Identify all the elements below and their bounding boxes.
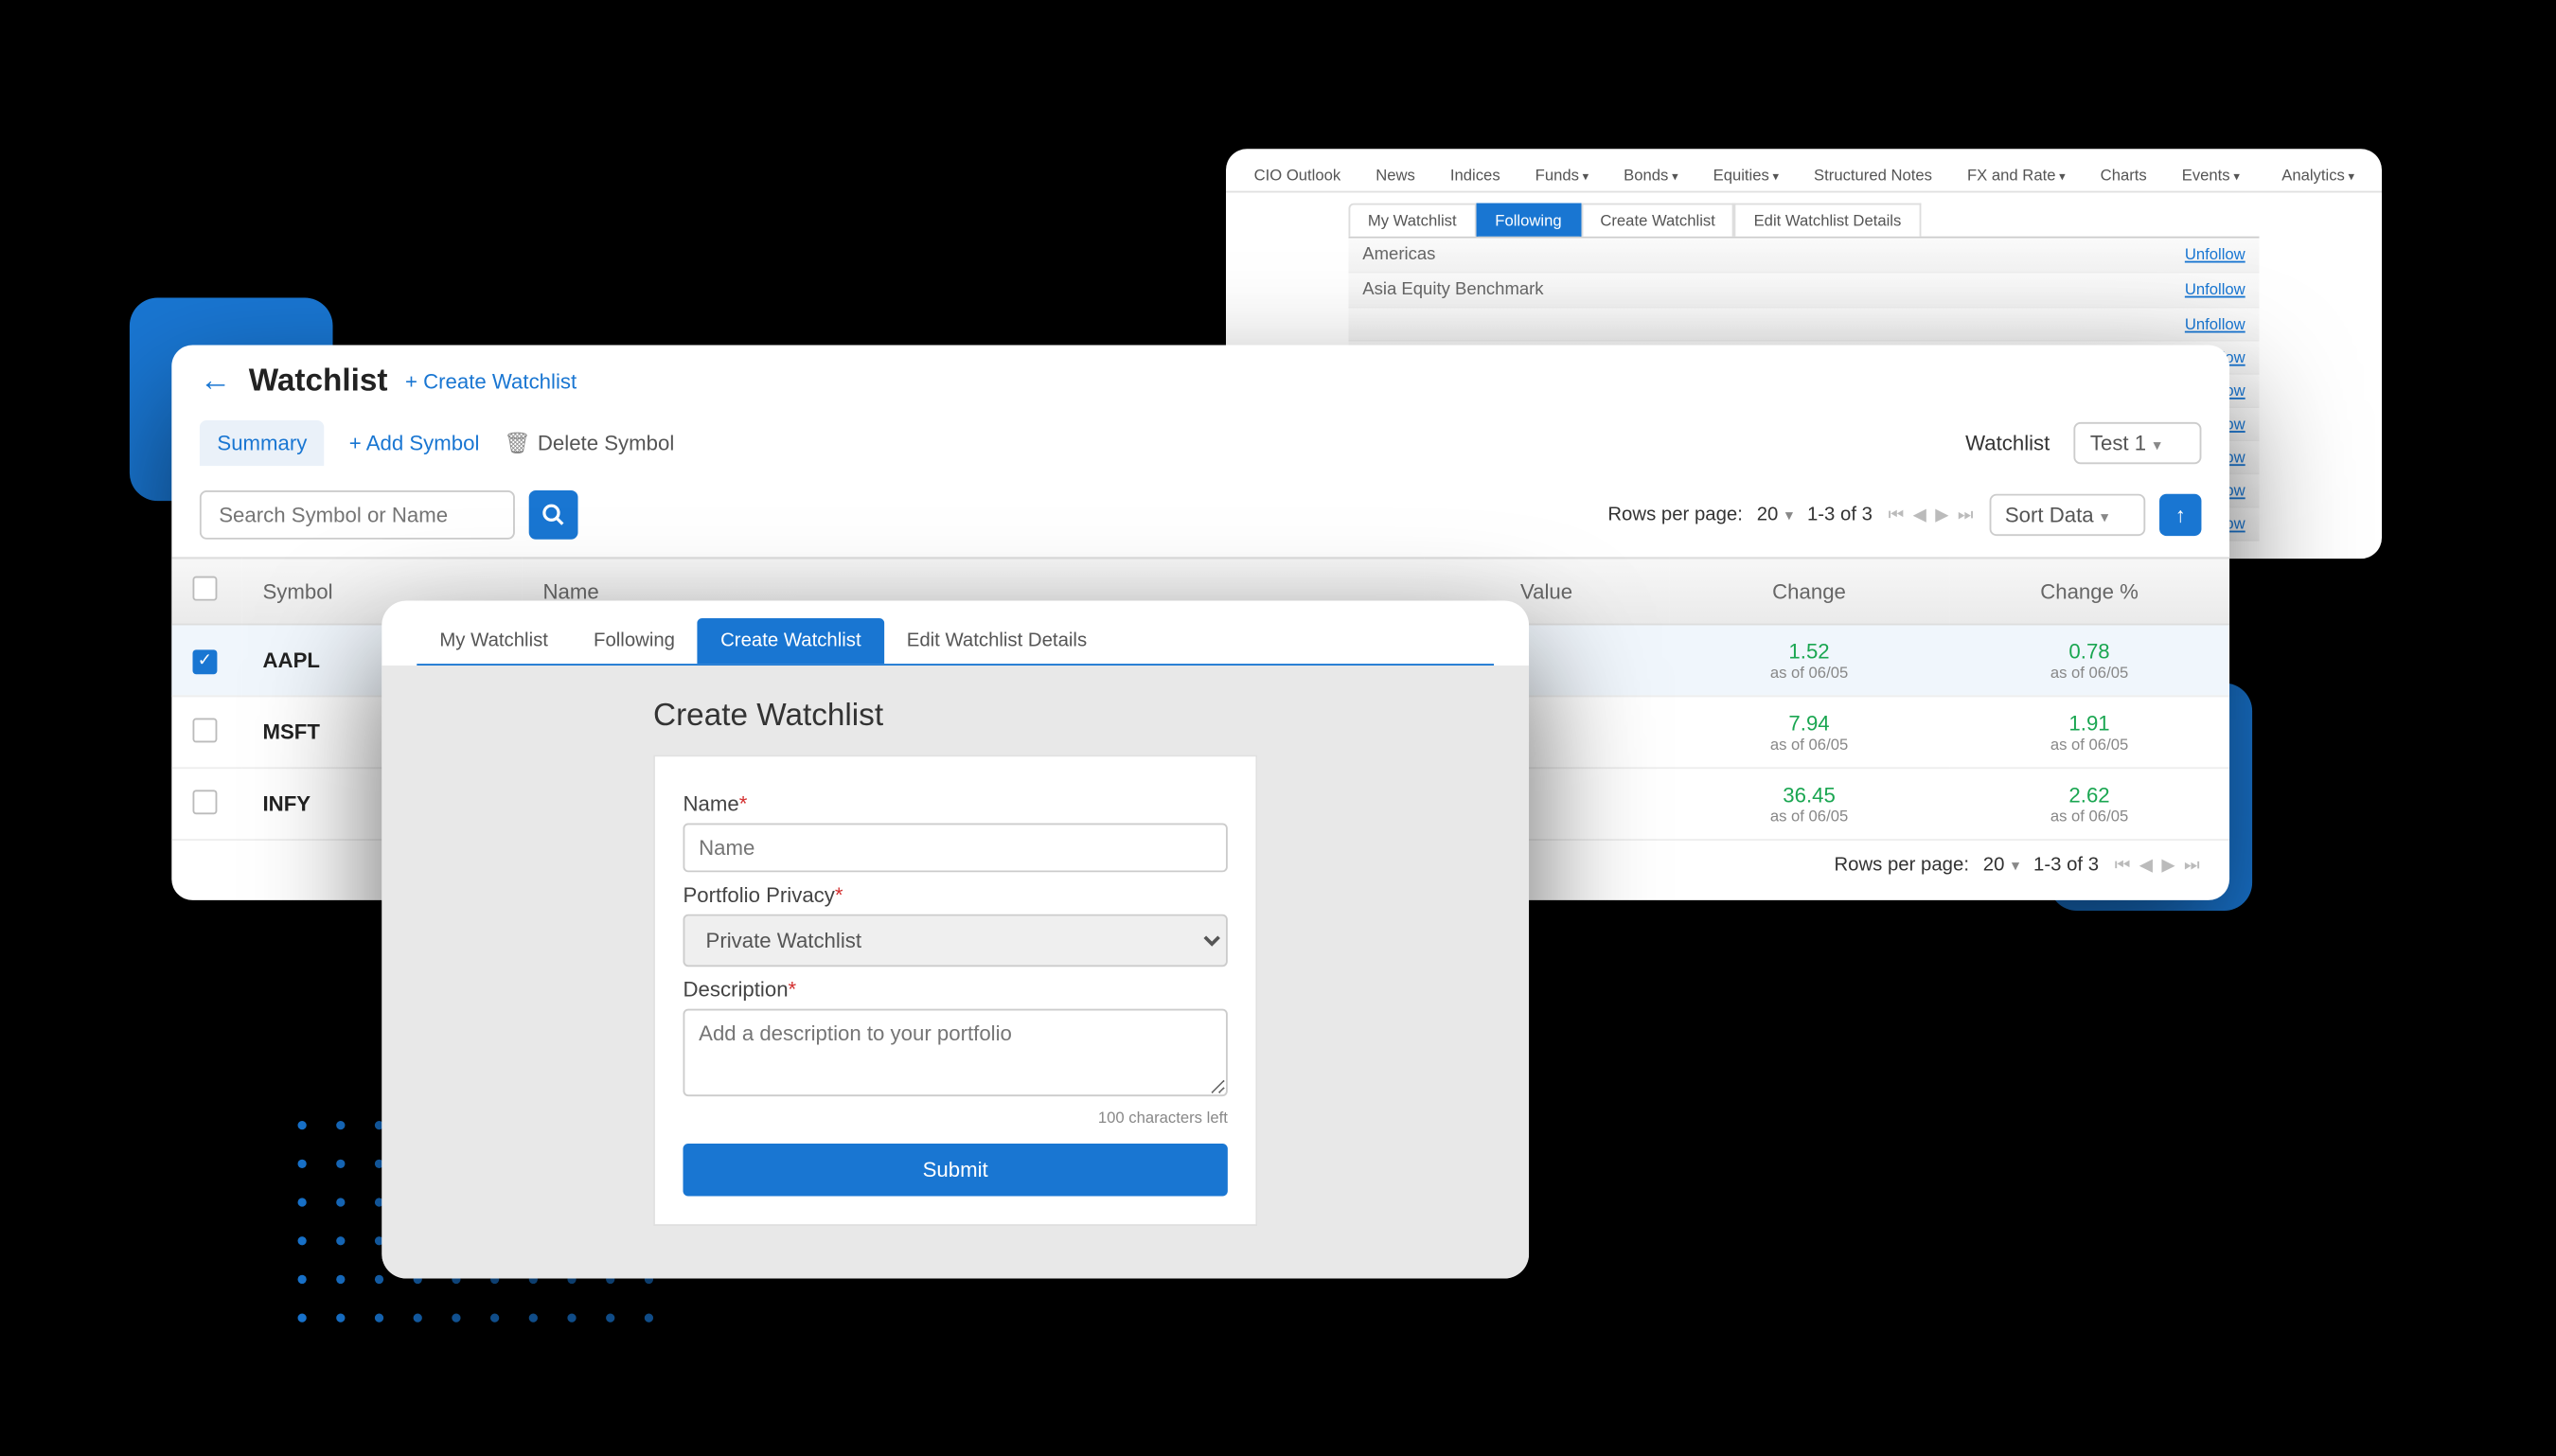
create-watchlist-panel: My WatchlistFollowingCreate WatchlistEdi… — [382, 601, 1529, 1279]
nav-item-news[interactable]: News — [1361, 159, 1429, 190]
watchlist-selector-label: Watchlist — [1965, 431, 2050, 455]
rows-per-page-select[interactable]: 20 — [1757, 505, 1793, 525]
unfollow-link[interactable]: Unfollow — [2185, 315, 2245, 333]
rows-per-page-label-bottom: Rows per page: — [1834, 855, 1969, 876]
pager-first-icon[interactable]: ⏮ — [1889, 506, 1905, 525]
description-textarea[interactable] — [683, 1009, 1228, 1097]
nav-item-equities[interactable]: Equities▾ — [1699, 159, 1793, 190]
nav-item-indices[interactable]: Indices — [1436, 159, 1514, 190]
pager: ⏮ ◀ ▶ ⏭ — [1887, 505, 1976, 525]
change-cell: 7.94as of 06/05 — [1669, 696, 1949, 768]
changepct-cell: 0.78as of 06/05 — [1949, 625, 2229, 697]
create-panel-tabs: My WatchlistFollowingCreate WatchlistEdi… — [382, 601, 1529, 665]
create-form-heading: Create Watchlist — [382, 697, 1529, 755]
nav-item-events[interactable]: Events▾ — [2168, 159, 2254, 190]
col-change-: Change % — [1949, 558, 2229, 624]
pager-prev-icon[interactable]: ◀ — [2139, 857, 2153, 876]
nav-item-cio-outlook[interactable]: CIO Outlook — [1240, 159, 1355, 190]
header-checkbox[interactable] — [193, 577, 218, 601]
row-checkbox[interactable] — [193, 789, 218, 813]
row-checkbox[interactable] — [193, 718, 218, 742]
following-name: Americas — [1362, 245, 1435, 264]
watchlist-selector[interactable]: Test 1 — [2074, 422, 2201, 464]
create-form: Name* Portfolio Privacy* Private Watchli… — [653, 755, 1257, 1226]
sort-direction-button[interactable]: ↑ — [2159, 494, 2201, 536]
nav-item-advisory[interactable]: Advisory — [2375, 159, 2382, 190]
trash-icon: 🗑 — [504, 431, 530, 455]
create-tab-create-watchlist[interactable]: Create Watchlist — [698, 618, 884, 664]
nav-item-bonds[interactable]: Bonds▾ — [1609, 159, 1692, 190]
top-nav: CIO OutlookNewsIndicesFunds▾Bonds▾Equiti… — [1226, 149, 2382, 192]
nav-item-analytics[interactable]: Analytics▾ — [2267, 159, 2368, 190]
changepct-cell: 1.91as of 06/05 — [1949, 696, 2229, 768]
subtab-create-watchlist[interactable]: Create Watchlist — [1581, 204, 1734, 237]
add-symbol-link[interactable]: + Add Symbol — [349, 431, 480, 455]
submit-button[interactable]: Submit — [683, 1144, 1228, 1197]
subtab-following[interactable]: Following — [1476, 204, 1581, 237]
delete-symbol-button[interactable]: 🗑 Delete Symbol — [504, 431, 674, 455]
create-tab-following[interactable]: Following — [571, 618, 698, 664]
pager-next-icon[interactable]: ▶ — [1935, 506, 1948, 525]
name-label: Name* — [683, 791, 1228, 816]
row-checkbox[interactable]: ✓ — [193, 649, 218, 674]
changepct-cell: 2.62as of 06/05 — [1949, 768, 2229, 840]
change-cell: 1.52as of 06/05 — [1669, 625, 1949, 697]
rows-per-page-select-bottom[interactable]: 20 — [1983, 855, 2019, 876]
search-icon — [541, 503, 566, 527]
nav-item-fx-and-rate[interactable]: FX and Rate▾ — [1953, 159, 2079, 190]
pager-prev-icon[interactable]: ◀ — [1913, 506, 1926, 525]
page-range-bottom: 1-3 of 3 — [2033, 855, 2099, 876]
pager-first-icon[interactable]: ⏮ — [2115, 857, 2131, 876]
privacy-select[interactable]: Private Watchlist — [683, 914, 1228, 968]
following-row: Americas Unfollow — [1349, 239, 2260, 274]
following-row: Unfollow — [1349, 309, 2260, 342]
summary-tab[interactable]: Summary — [200, 420, 325, 466]
description-label: Description* — [683, 977, 1228, 1002]
delete-symbol-label: Delete Symbol — [538, 431, 674, 455]
nav-item-funds[interactable]: Funds▾ — [1521, 159, 1603, 190]
subtab-edit-watchlist-details[interactable]: Edit Watchlist Details — [1734, 204, 1920, 237]
privacy-label: Portfolio Privacy* — [683, 882, 1228, 907]
pager-last-icon[interactable]: ⏭ — [2184, 857, 2200, 876]
rows-per-page-label: Rows per page: — [1607, 505, 1743, 525]
chars-left: 100 characters left — [683, 1109, 1228, 1127]
col-change: Change — [1669, 558, 1949, 624]
search-button[interactable] — [529, 490, 578, 540]
following-subtabs: My WatchlistFollowingCreate WatchlistEdi… — [1226, 193, 2382, 237]
pager-last-icon[interactable]: ⏭ — [1958, 506, 1974, 525]
nav-item-structured-notes[interactable]: Structured Notes — [1800, 159, 1946, 190]
create-watchlist-link[interactable]: + Create Watchlist — [405, 368, 577, 393]
following-name: Asia Equity Benchmark — [1362, 280, 1543, 299]
create-tab-edit-watchlist-details[interactable]: Edit Watchlist Details — [884, 618, 1109, 664]
search-input[interactable] — [200, 490, 515, 540]
sort-select[interactable]: Sort Data — [1989, 494, 2145, 536]
pager-next-icon[interactable]: ▶ — [2161, 857, 2174, 876]
page-range: 1-3 of 3 — [1807, 505, 1873, 525]
nav-item-charts[interactable]: Charts — [2086, 159, 2161, 190]
following-row: Asia Equity Benchmark Unfollow — [1349, 274, 2260, 309]
subtab-my-watchlist[interactable]: My Watchlist — [1349, 204, 1476, 237]
unfollow-link[interactable]: Unfollow — [2185, 280, 2245, 299]
back-arrow-icon[interactable]: ← — [200, 363, 231, 400]
pager-bottom: ⏮ ◀ ▶ ⏭ — [2113, 855, 2202, 876]
unfollow-link[interactable]: Unfollow — [2185, 245, 2245, 264]
create-tab-my-watchlist[interactable]: My Watchlist — [417, 618, 571, 664]
change-cell: 36.45as of 06/05 — [1669, 768, 1949, 840]
col-checkbox — [171, 558, 241, 624]
watchlist-title: Watchlist — [249, 363, 388, 400]
name-input[interactable] — [683, 824, 1228, 873]
